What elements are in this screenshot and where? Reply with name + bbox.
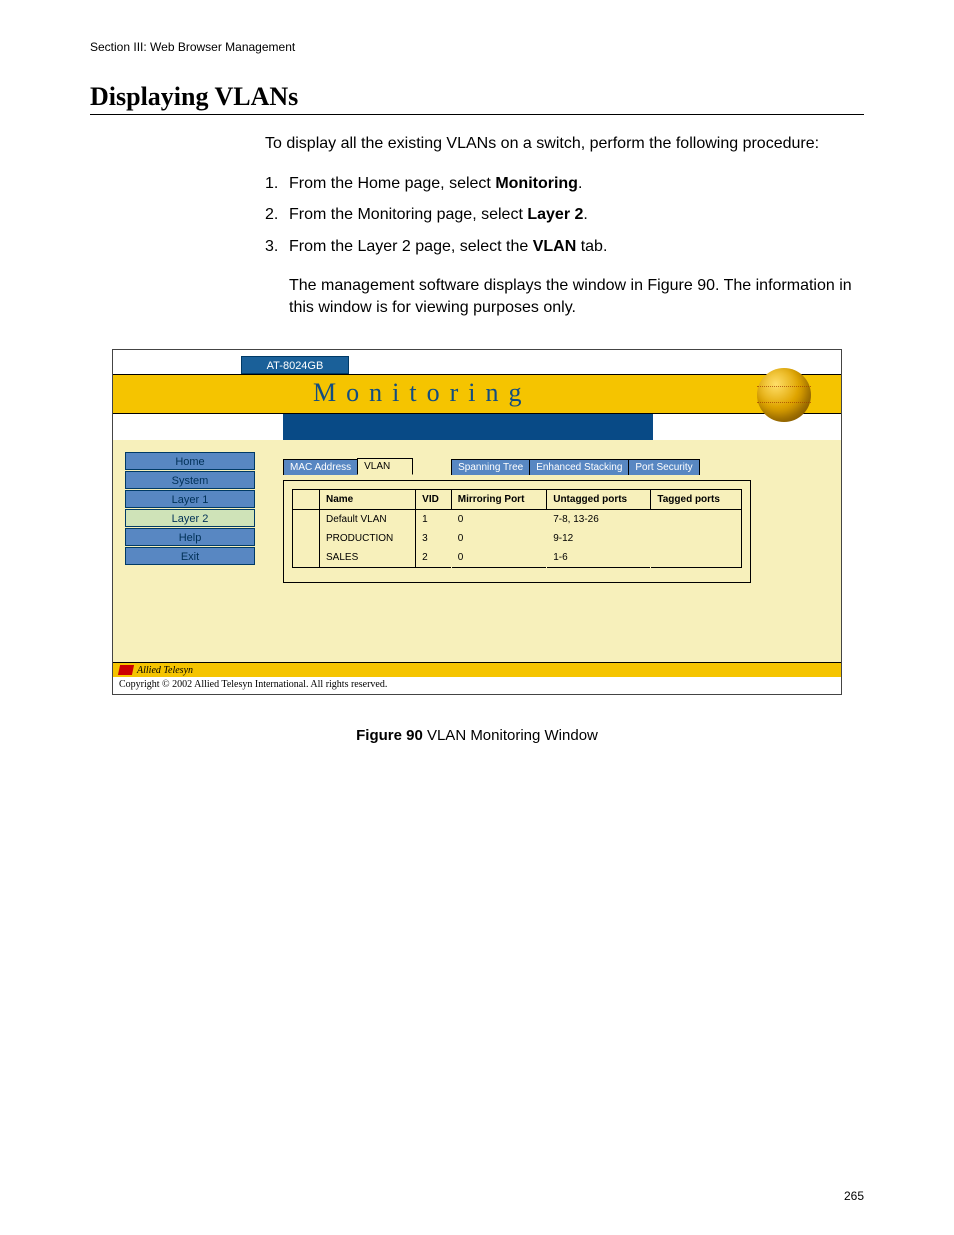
step-text-pre: From the Monitoring page, select xyxy=(289,206,527,223)
page-title: Displaying VLANs xyxy=(90,82,864,115)
row-lead xyxy=(293,548,320,568)
table-row: PRODUCTION 3 0 9-12 xyxy=(293,529,742,548)
step-text-pre: From the Home page, select xyxy=(289,175,495,192)
row-lead xyxy=(293,529,320,548)
col-tagged-ports: Tagged ports xyxy=(651,489,742,509)
col-untagged-ports: Untagged ports xyxy=(547,489,651,509)
header-bar: Monitoring xyxy=(113,374,841,414)
cell-vid: 3 xyxy=(416,529,452,548)
tab-vlan[interactable]: VLAN xyxy=(357,458,413,476)
cell-name: Default VLAN xyxy=(320,509,416,529)
step-number: 2. xyxy=(265,204,278,226)
step-1: 1. From the Home page, select Monitoring… xyxy=(265,173,864,195)
running-head: Section III: Web Browser Management xyxy=(90,40,864,54)
row-lead xyxy=(293,509,320,529)
cell-mirror: 0 xyxy=(451,529,546,548)
tab-port-security[interactable]: Port Security xyxy=(628,459,699,476)
col-blank xyxy=(293,489,320,509)
step-text-pre: From the Layer 2 page, select the xyxy=(289,238,533,255)
tab-enhanced-stacking[interactable]: Enhanced Stacking xyxy=(529,459,629,476)
step-text-post: . xyxy=(578,175,582,192)
step-2: 2. From the Monitoring page, select Laye… xyxy=(265,204,864,226)
step-number: 3. xyxy=(265,236,278,258)
body-copy: To display all the existing VLANs on a s… xyxy=(265,133,864,319)
page-number: 265 xyxy=(844,1189,864,1203)
cell-name: SALES xyxy=(320,548,416,568)
tab-spanning-tree[interactable]: Spanning Tree xyxy=(451,459,530,476)
cell-tagged xyxy=(651,529,742,548)
cell-vid: 2 xyxy=(416,548,452,568)
copyright-line: Copyright © 2002 Allied Telesyn Internat… xyxy=(113,677,841,694)
col-name: Name xyxy=(320,489,416,509)
col-mirroring-port: Mirroring Port xyxy=(451,489,546,509)
procedure-list: 1. From the Home page, select Monitoring… xyxy=(265,173,864,319)
tab-strip: MAC Address VLAN Spanning Tree Enhanced … xyxy=(283,458,699,476)
cell-mirror: 0 xyxy=(451,548,546,568)
sidebar-item-home[interactable]: Home xyxy=(125,452,255,470)
vlan-table-panel: Name VID Mirroring Port Untagged ports T… xyxy=(283,480,751,583)
sidebar-item-system[interactable]: System xyxy=(125,471,255,489)
step-number: 1. xyxy=(265,173,278,195)
model-tab-row: AT-8024GB xyxy=(113,356,841,374)
col-vid: VID xyxy=(416,489,452,509)
cell-mirror: 0 xyxy=(451,509,546,529)
step-3-explain: The management software displays the win… xyxy=(289,275,864,318)
step-text-bold: Monitoring xyxy=(495,175,578,192)
sidebar: Home System Layer 1 Layer 2 Help Exit xyxy=(125,452,255,566)
brand-logo-icon xyxy=(118,665,134,675)
cell-untagged: 9-12 xyxy=(547,529,651,548)
cell-name: PRODUCTION xyxy=(320,529,416,548)
tab-spacer xyxy=(412,470,452,475)
table-header-row: Name VID Mirroring Port Untagged ports T… xyxy=(293,489,742,509)
sidebar-item-layer1[interactable]: Layer 1 xyxy=(125,490,255,508)
cell-vid: 1 xyxy=(416,509,452,529)
step-text-bold: Layer 2 xyxy=(527,206,583,223)
shot-upper: AT-8024GB Monitoring xyxy=(113,350,841,440)
sub-bar-row xyxy=(113,414,841,440)
sidebar-item-exit[interactable]: Exit xyxy=(125,547,255,565)
model-tab[interactable]: AT-8024GB xyxy=(241,356,349,374)
table-row: SALES 2 0 1-6 xyxy=(293,548,742,568)
step-text-bold: VLAN xyxy=(533,238,577,255)
tab-mac-address[interactable]: MAC Address xyxy=(283,459,358,476)
globe-icon xyxy=(757,368,811,422)
step-3: 3. From the Layer 2 page, select the VLA… xyxy=(265,236,864,319)
sidebar-item-help[interactable]: Help xyxy=(125,528,255,546)
step-text-post: tab. xyxy=(576,238,607,255)
intro-paragraph: To display all the existing VLANs on a s… xyxy=(265,133,864,155)
table-row: Default VLAN 1 0 7-8, 13-26 xyxy=(293,509,742,529)
sub-bar xyxy=(283,414,653,440)
figure-label: Figure 90 xyxy=(356,727,423,744)
cell-tagged xyxy=(651,509,742,529)
shot-body: Home System Layer 1 Layer 2 Help Exit MA… xyxy=(113,440,841,662)
cell-tagged xyxy=(651,548,742,568)
header-title: Monitoring xyxy=(313,375,531,413)
figure-caption: Figure 90 VLAN Monitoring Window xyxy=(90,727,864,744)
figure-text: VLAN Monitoring Window xyxy=(423,727,598,744)
cell-untagged: 1-6 xyxy=(547,548,651,568)
sidebar-item-layer2[interactable]: Layer 2 xyxy=(125,509,255,527)
document-page: Section III: Web Browser Management Disp… xyxy=(0,0,954,1235)
shot-footer: Allied Telesyn xyxy=(113,662,841,677)
brand-name: Allied Telesyn xyxy=(137,665,193,676)
vlan-monitoring-window: AT-8024GB Monitoring Home System Layer 1… xyxy=(112,349,842,695)
cell-untagged: 7-8, 13-26 xyxy=(547,509,651,529)
step-text-post: . xyxy=(583,206,587,223)
vlan-table: Name VID Mirroring Port Untagged ports T… xyxy=(292,489,742,568)
figure-90: AT-8024GB Monitoring Home System Layer 1… xyxy=(90,349,864,744)
